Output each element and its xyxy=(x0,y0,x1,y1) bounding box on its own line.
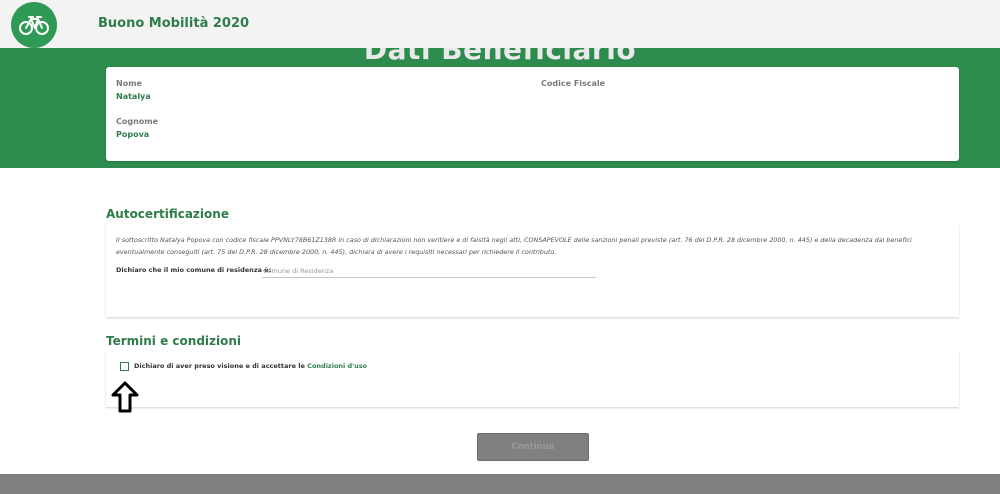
nome-value: Natalya xyxy=(116,92,151,101)
terms-checkbox[interactable] xyxy=(120,362,129,371)
terms-checkbox-label[interactable]: Dichiaro di aver preso visione e di acce… xyxy=(134,362,367,370)
terms-box: Dichiaro di aver preso visione e di acce… xyxy=(106,351,959,407)
up-arrow-icon xyxy=(111,381,139,413)
autocertificazione-box: Il sottoscritto Natalya Popova con codic… xyxy=(106,224,959,317)
autocertificazione-title: Autocertificazione xyxy=(106,207,229,221)
nome-label: Nome xyxy=(116,79,142,88)
terms-label-text: Dichiaro di aver preso visione e di acce… xyxy=(134,362,308,370)
cognome-value: Popova xyxy=(116,130,150,139)
app-header: Buono Mobilità 2020 xyxy=(0,0,1000,48)
residence-input[interactable] xyxy=(262,264,596,278)
terms-title: Termini e condizioni xyxy=(106,334,242,348)
residence-label: Dichiaro che il mio comune di residenza … xyxy=(116,266,272,274)
continue-button[interactable]: Continua xyxy=(477,433,589,461)
bicycle-icon[interactable] xyxy=(11,2,57,48)
conditions-link[interactable]: Condizioni d'uso xyxy=(307,362,367,370)
codice-fiscale-label: Codice Fiscale xyxy=(541,79,606,88)
footer-bar xyxy=(0,474,1000,494)
cognome-label: Cognome xyxy=(116,117,159,126)
app-title: Buono Mobilità 2020 xyxy=(98,16,250,31)
declaration-text: Il sottoscritto Natalya Popova con codic… xyxy=(116,236,912,256)
beneficiary-card: Nome Natalya Cognome Popova Codice Fisca… xyxy=(106,67,959,161)
page-title: Dati Beneficiario xyxy=(363,48,637,66)
